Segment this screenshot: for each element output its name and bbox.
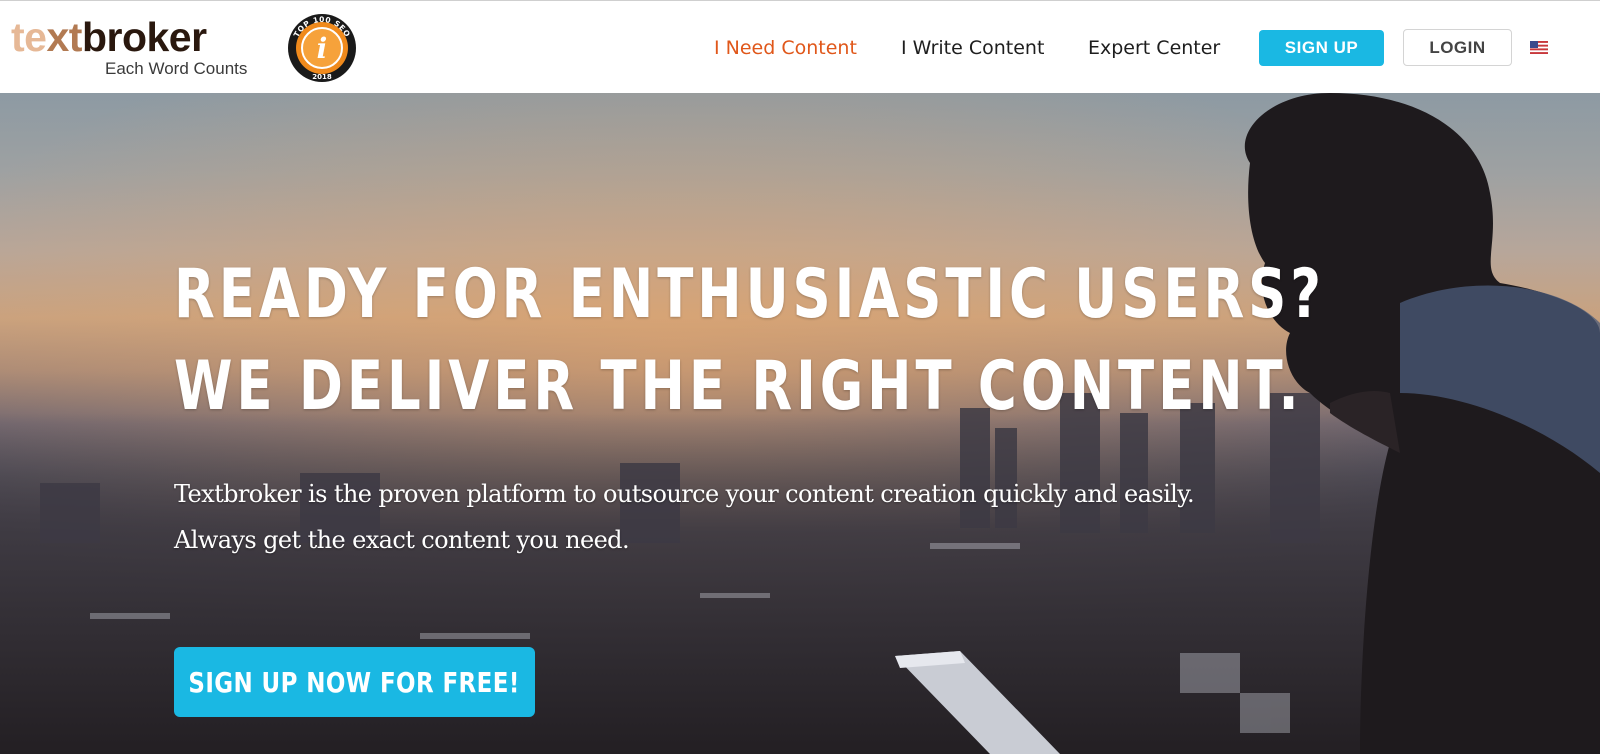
subtext-line-2: Always get the exact content you need.: [174, 526, 630, 554]
login-button[interactable]: LOGIN: [1403, 29, 1512, 66]
nav-i-need-content[interactable]: I Need Content: [714, 35, 857, 61]
logo-part-2: xt: [46, 14, 82, 60]
logo-part-1: te: [11, 14, 47, 60]
nav-i-write-content[interactable]: I Write Content: [901, 35, 1044, 61]
hero-headline: READY FOR ENTHUSIASTIC USERS? WE DELIVER…: [174, 249, 1325, 433]
hero-section: READY FOR ENTHUSIASTIC USERS? WE DELIVER…: [0, 93, 1600, 754]
headline-line-1: READY FOR ENTHUSIASTIC USERS?: [174, 255, 1325, 334]
us-flag-icon[interactable]: [1530, 41, 1548, 54]
logo-part-3: broker: [81, 14, 207, 60]
top-100-seo-seal-icon: i TOP 100 SEO 2018: [288, 14, 356, 82]
signup-button[interactable]: SIGN UP: [1259, 30, 1384, 66]
textbroker-logo[interactable]: textbroker Each Word Counts: [11, 15, 251, 81]
cta-label: SIGN UP NOW FOR FREE!: [188, 665, 521, 699]
seal-letter: i: [317, 32, 328, 65]
logo-wordmark: textbroker: [11, 15, 207, 59]
headline-line-2: WE DELIVER THE RIGHT CONTENT.: [174, 347, 1303, 426]
subtext-line-1: Textbroker is the proven platform to out…: [174, 480, 1195, 508]
site-header: textbroker Each Word Counts i TOP 100 SE…: [0, 0, 1600, 93]
seal-year: 2018: [312, 73, 332, 81]
signup-now-button[interactable]: SIGN UP NOW FOR FREE!: [174, 647, 535, 717]
nav-expert-center[interactable]: Expert Center: [1088, 35, 1220, 61]
logo-tagline: Each Word Counts: [105, 59, 248, 78]
hero-subtext: Textbroker is the proven platform to out…: [174, 471, 1294, 563]
